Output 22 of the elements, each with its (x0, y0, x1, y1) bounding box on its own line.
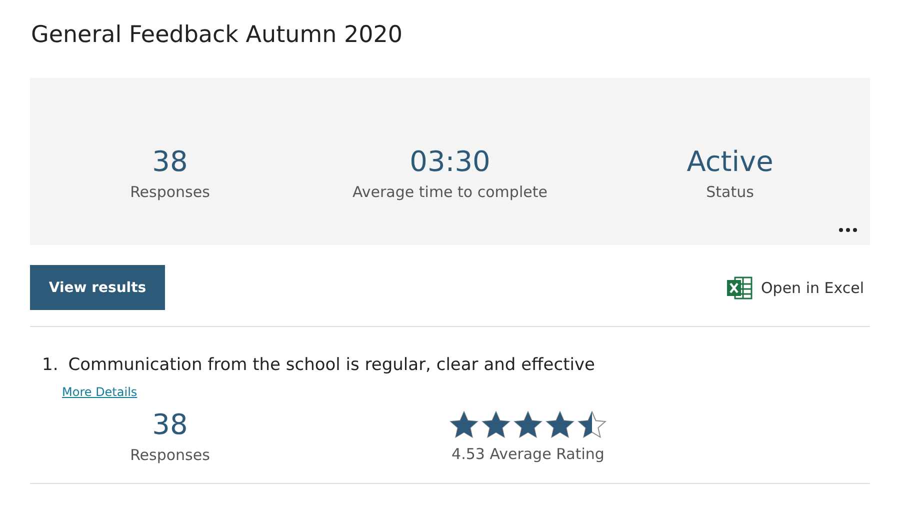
star-icon (449, 410, 479, 439)
response-label: Responses (130, 446, 210, 464)
star-icon (545, 410, 575, 439)
average-rating: 4.53 Average Rating (452, 445, 604, 463)
stat-value: 38 (152, 145, 188, 179)
page-title: General Feedback Autumn 2020 (31, 22, 404, 48)
spreadsheet-icon (726, 276, 753, 300)
question-number: 1. (42, 355, 58, 375)
question-text: Communication from the school is regular, clear and effective (68, 355, 595, 375)
more-options-icon[interactable] (839, 228, 857, 232)
stat-label: Responses (130, 183, 210, 201)
view-results-button[interactable]: View results (30, 265, 165, 310)
star-icon (481, 410, 511, 439)
stat-value: 03:30 (410, 145, 490, 179)
response-count: 38 (152, 408, 188, 442)
open-in-excel-link[interactable]: Open in Excel (726, 276, 864, 300)
stat-value: Active (686, 145, 774, 179)
stat-label: Average time to complete (352, 183, 548, 201)
star-icon (577, 410, 607, 439)
star-icon (513, 410, 543, 439)
stat-label: Status (706, 183, 754, 201)
more-details-link[interactable]: More Details (62, 385, 138, 399)
